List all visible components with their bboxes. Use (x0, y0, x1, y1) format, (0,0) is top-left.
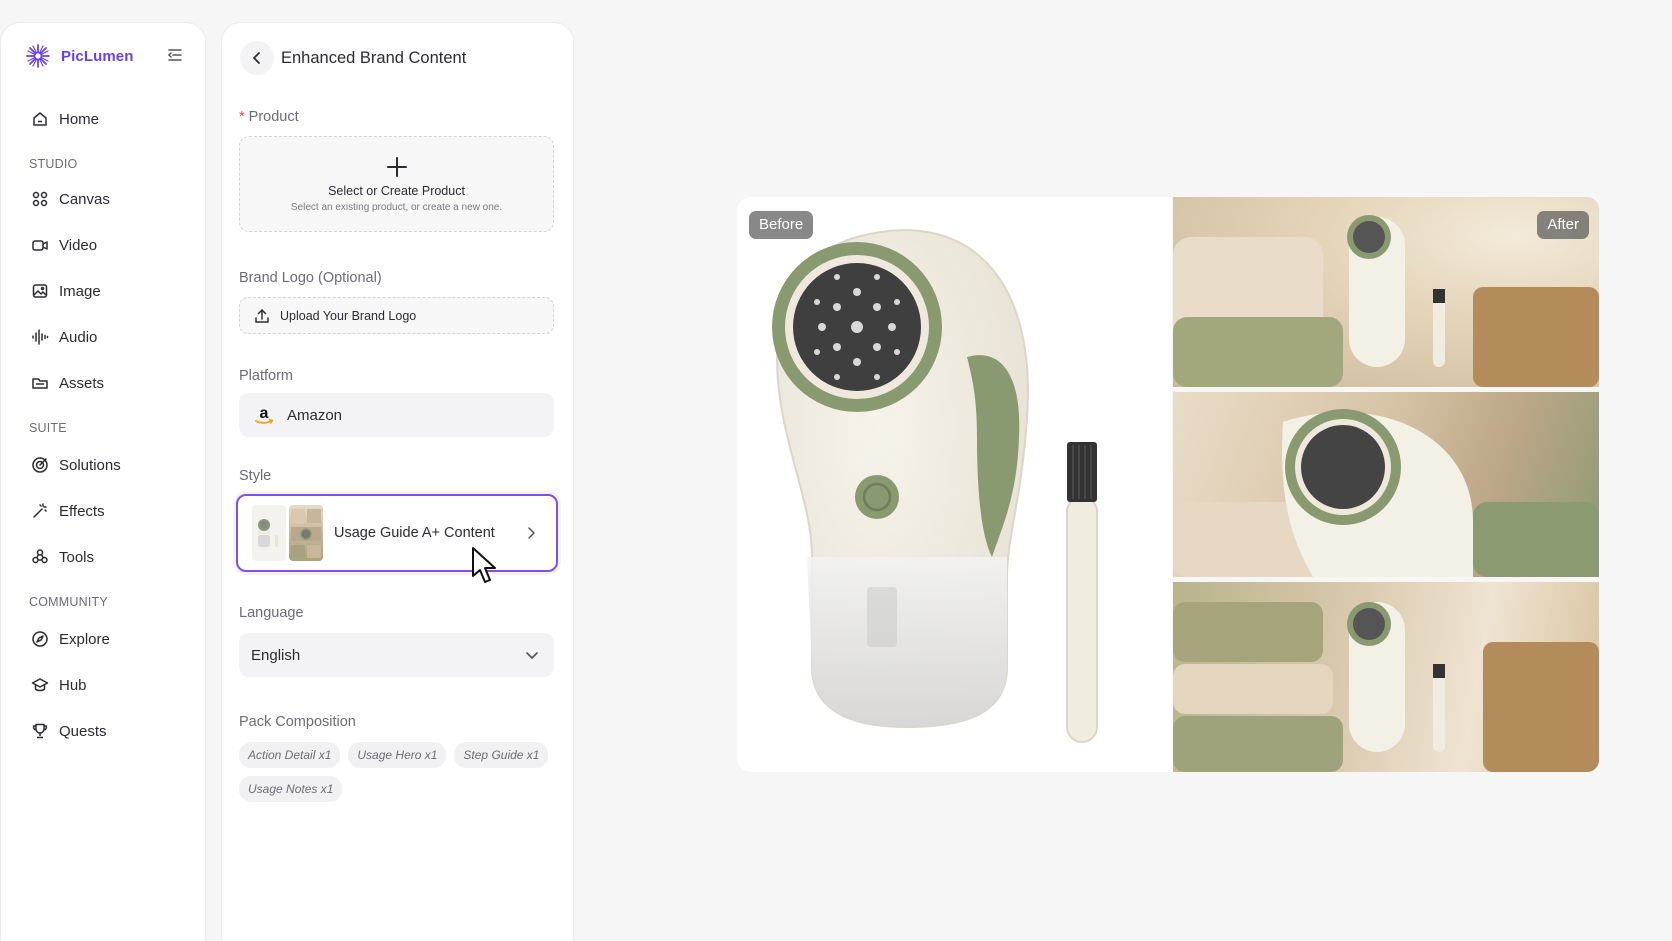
compass-icon (32, 631, 48, 647)
pack-chip: Action Detail x1 (239, 742, 341, 768)
sidebar-item-audio[interactable]: Audio (19, 319, 191, 355)
style-label: Style (239, 468, 272, 484)
sidebar: PicLumen Home STUDIO Canvas Video Image … (0, 22, 206, 941)
image-icon (32, 284, 48, 298)
after-badge: After (1537, 211, 1589, 239)
piclumen-logo-icon (26, 44, 50, 68)
sidebar-item-label: Hub (59, 676, 87, 694)
sidebar-item-image[interactable]: Image (19, 273, 191, 309)
language-value: English (251, 646, 301, 664)
style-select[interactable]: Usage Guide A+ Content (236, 494, 558, 572)
sidebar-item-explore[interactable]: Explore (19, 621, 191, 657)
section-label-suite: SUITE (29, 421, 67, 435)
canvas-icon (32, 191, 48, 207)
product-box-subtitle: Select an existing product, or create a … (290, 201, 503, 213)
sidebar-item-tools[interactable]: Tools (19, 539, 191, 575)
pack-chip: Usage Notes x1 (239, 776, 343, 802)
home-icon (33, 112, 47, 126)
style-thumbnail (289, 505, 323, 561)
chevron-down-icon (526, 652, 538, 659)
platform-select[interactable]: a Amazon (239, 393, 554, 437)
plus-icon (386, 156, 407, 177)
sidebar-item-label: Image (59, 282, 101, 300)
language-select[interactable]: English (239, 633, 554, 677)
pack-chip: Usage Hero x1 (348, 742, 447, 768)
back-button[interactable] (240, 41, 274, 75)
before-image: Before (737, 197, 1172, 772)
select-product-button[interactable]: Select or Create Product Select an exist… (239, 136, 554, 232)
sidebar-item-label: Assets (59, 374, 105, 392)
sidebar-item-effects[interactable]: Effects (19, 493, 191, 529)
svg-text:a: a (260, 405, 269, 422)
brand-logo-label: Brand Logo (Optional) (239, 270, 382, 286)
tools-icon (32, 549, 48, 564)
graduation-cap-icon (31, 678, 49, 692)
platform-value: Amazon (287, 406, 343, 424)
page-title: Enhanced Brand Content (281, 49, 467, 67)
product-box-title: Select or Create Product (328, 183, 465, 198)
sidebar-item-label: Effects (59, 502, 105, 520)
after-image: After (1173, 197, 1599, 387)
before-badge: Before (749, 211, 814, 239)
amazon-icon: a (251, 402, 277, 428)
sidebar-item-label: Quests (59, 722, 107, 740)
sidebar-item-label: Tools (59, 548, 95, 566)
chevron-left-icon (253, 52, 260, 64)
after-images: After (1173, 197, 1599, 772)
style-value: Usage Guide A+ Content (334, 525, 495, 541)
magic-wand-icon (33, 503, 47, 518)
lint-remover-product-illustration (772, 229, 1098, 743)
after-image (1173, 392, 1599, 577)
after-image (1173, 582, 1599, 772)
pack-chip: Step Guide x1 (454, 742, 549, 768)
before-after-preview: Before After (737, 197, 1599, 772)
upload-brand-logo-button[interactable]: Upload Your Brand Logo (239, 297, 554, 334)
sidebar-item-label: Video (59, 236, 98, 254)
pack-composition-chips: Action Detail x1 Usage Hero x1 Step Guid… (239, 742, 559, 802)
sidebar-item-video[interactable]: Video (19, 227, 191, 263)
sidebar-item-hub[interactable]: Hub (19, 667, 191, 703)
section-label-community: COMMUNITY (29, 595, 108, 609)
form-panel: Enhanced Brand Content * Product Select o… (221, 22, 574, 941)
sidebar-item-solutions[interactable]: Solutions (19, 447, 191, 483)
upload-brand-logo-label: Upload Your Brand Logo (280, 308, 417, 323)
brand-name: PicLumen (61, 47, 134, 65)
product-label-text: Product (248, 109, 299, 125)
section-label-studio: STUDIO (29, 157, 78, 171)
chevron-right-icon (528, 527, 535, 539)
mouse-cursor-icon (472, 547, 496, 583)
style-thumbnail (252, 505, 286, 561)
sidebar-item-assets[interactable]: Assets (19, 365, 191, 401)
sidebar-item-label: Explore (59, 630, 110, 648)
sidebar-item-home[interactable]: Home (19, 101, 191, 137)
trophy-icon (32, 723, 48, 739)
target-icon (32, 457, 48, 473)
product-label: * Product (239, 109, 299, 125)
required-mark: * (239, 109, 245, 125)
sidebar-item-label: Canvas (59, 190, 110, 208)
upload-icon (255, 308, 269, 323)
folder-icon (32, 378, 48, 389)
collapse-sidebar-icon[interactable] (165, 45, 185, 65)
sidebar-item-label: Home (59, 110, 100, 128)
audio-icon (32, 329, 49, 345)
brand[interactable]: PicLumen (25, 43, 133, 69)
platform-label: Platform (239, 368, 293, 384)
sidebar-item-canvas[interactable]: Canvas (19, 181, 191, 217)
sidebar-item-label: Solutions (59, 456, 121, 474)
sidebar-item-label: Audio (59, 328, 98, 346)
sidebar-item-quests[interactable]: Quests (19, 713, 191, 749)
video-icon (32, 240, 48, 251)
language-label: Language (239, 605, 304, 621)
pack-composition-label: Pack Composition (239, 714, 356, 730)
